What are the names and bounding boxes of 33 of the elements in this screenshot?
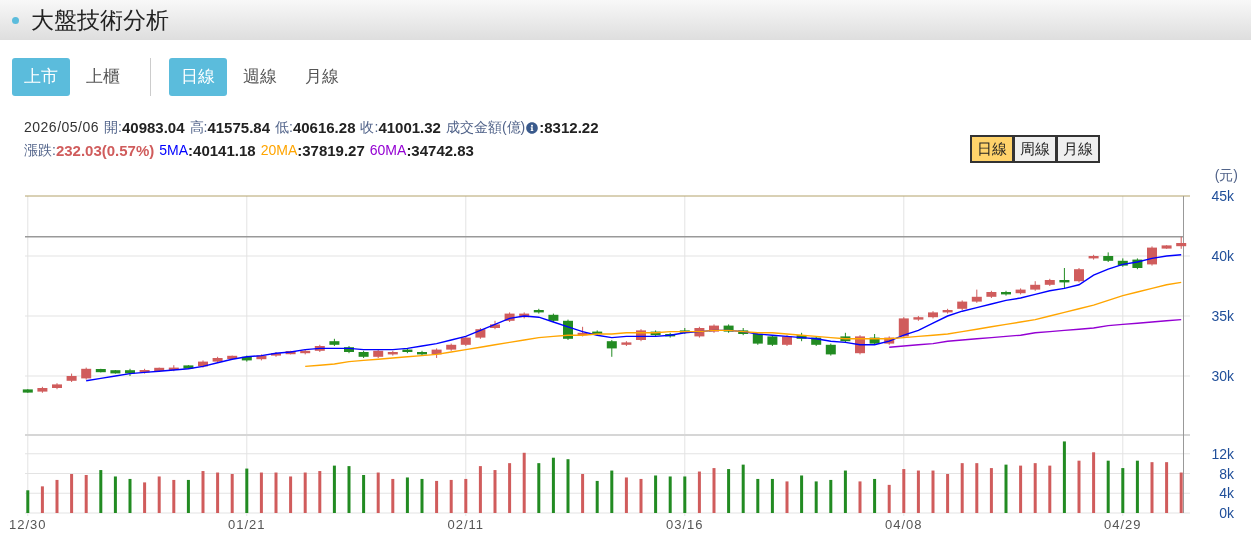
quote-value: 40616.28	[292, 118, 356, 138]
unit-label: (元)	[1214, 166, 1238, 185]
ma-value: :37819.27	[297, 141, 365, 161]
axis-label: 01/21	[228, 517, 266, 532]
axis-label: 04/29	[1104, 517, 1142, 532]
ma-value: :40141.18	[188, 141, 256, 161]
quote-value: 41001.32	[378, 118, 441, 138]
axis-label: 30k	[1211, 368, 1234, 384]
axis-label: 02/11	[447, 517, 485, 532]
quote-label: 低:	[275, 118, 293, 137]
ma-label: 20MA	[260, 141, 298, 160]
axis-label: 45k	[1211, 188, 1234, 204]
axis-label: 12/30	[9, 517, 47, 532]
axis-label: 40k	[1211, 248, 1234, 264]
axis-label: 03/16	[666, 517, 704, 532]
quote-label: 成交金額(億)	[445, 118, 526, 137]
axis-label: 35k	[1211, 308, 1234, 324]
quote-value: 41575.84	[207, 118, 270, 138]
axis-label: 4k	[1219, 485, 1234, 502]
quote-label: 收:	[360, 118, 379, 137]
axis-label: 12k	[1211, 445, 1234, 462]
ma-value: :34742.83	[406, 141, 474, 161]
axis-label: 04/08	[885, 517, 923, 532]
quote-label: 漲跌:	[24, 141, 56, 158]
axis-label: 0k	[1219, 505, 1234, 521]
axis-label: 8k	[1219, 465, 1234, 482]
ma-label: 5MA	[159, 141, 189, 160]
ma-label: 60MA	[369, 141, 407, 160]
quote-date: 2026/05/06	[24, 118, 100, 137]
quote-label: 開:	[104, 118, 122, 137]
page-title: 大盤技術分析	[31, 5, 169, 35]
quote-value: :8312.22	[539, 118, 599, 138]
quote-label: 高:	[189, 118, 208, 137]
